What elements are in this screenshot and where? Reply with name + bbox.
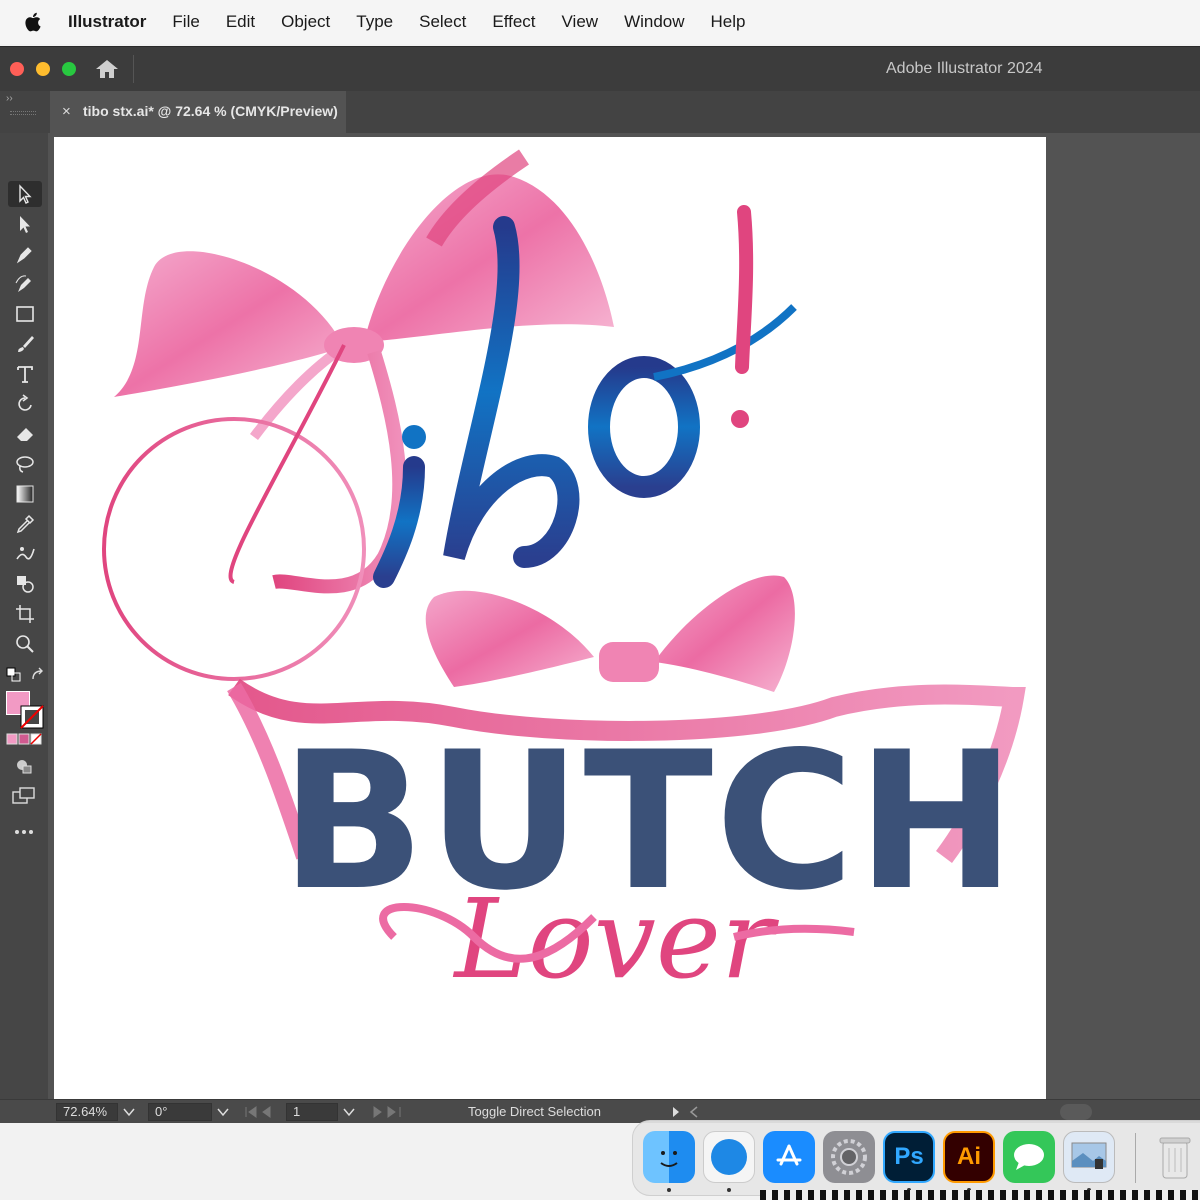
artboard-dropdown-icon[interactable] bbox=[342, 1106, 356, 1118]
puppet-warp-tool-icon bbox=[16, 547, 35, 560]
dock-separator bbox=[1135, 1133, 1136, 1183]
eyedropper-tool-icon bbox=[16, 514, 35, 534]
zoom-field[interactable]: 72.64% bbox=[56, 1103, 118, 1121]
illustrator-window: Adobe Illustrator 2024 ›› × tibo stx.ai*… bbox=[0, 46, 1200, 1123]
selection-tool[interactable] bbox=[8, 181, 42, 207]
color-mode-icons[interactable] bbox=[6, 733, 42, 745]
rotate-tool-icon bbox=[18, 394, 32, 411]
menu-app-name[interactable]: Illustrator bbox=[68, 12, 146, 32]
rectangle-tool-icon bbox=[16, 306, 34, 322]
artboard-tool-icon bbox=[16, 605, 34, 623]
app-store-icon[interactable] bbox=[763, 1131, 815, 1183]
photoshop-icon[interactable]: Ps bbox=[883, 1131, 935, 1183]
document-tab[interactable]: × tibo stx.ai* @ 72.64 % (CMYK/Preview) bbox=[50, 91, 346, 133]
menu-bar: Illustrator File Edit Object Type Select… bbox=[0, 0, 1200, 44]
type-tool-icon bbox=[17, 366, 33, 383]
screen-mode-icon[interactable] bbox=[12, 787, 36, 805]
apple-icon[interactable] bbox=[24, 11, 44, 33]
document-tab-strip: ›› × tibo stx.ai* @ 72.64 % (CMYK/Previe… bbox=[0, 91, 1200, 133]
title-bar: Adobe Illustrator 2024 bbox=[0, 47, 1200, 91]
finder-running-dot bbox=[667, 1188, 671, 1192]
direct-selection-tool-icon bbox=[20, 216, 30, 233]
draw-mode-icon[interactable] bbox=[14, 757, 34, 775]
rotate-tool[interactable] bbox=[8, 391, 42, 417]
type-tool[interactable] bbox=[8, 361, 42, 387]
artwork[interactable]: BUTCH Lover bbox=[54, 137, 1046, 1101]
messages-icon[interactable] bbox=[1003, 1131, 1055, 1183]
illustrator-icon[interactable]: Ai bbox=[943, 1131, 995, 1183]
gradient-tool[interactable] bbox=[8, 481, 42, 507]
safari-icon[interactable] bbox=[703, 1131, 755, 1183]
menu-type[interactable]: Type bbox=[356, 12, 393, 32]
more-tools-icon[interactable] bbox=[14, 829, 34, 835]
collapse-panels-icon[interactable]: ›› bbox=[6, 93, 13, 104]
status-arrows-icon[interactable] bbox=[670, 1106, 700, 1118]
safari-running-dot bbox=[727, 1188, 731, 1192]
zoom-dropdown-icon[interactable] bbox=[122, 1106, 136, 1118]
artboard-number-field[interactable]: 1 bbox=[286, 1103, 338, 1121]
horizontal-scrollbar[interactable] bbox=[1060, 1104, 1092, 1120]
desktop-wallpaper-strip bbox=[760, 1190, 1200, 1200]
trash-icon[interactable] bbox=[1149, 1131, 1200, 1183]
zoom-tool-icon bbox=[16, 635, 34, 653]
window-zoom-button[interactable] bbox=[62, 62, 76, 76]
swap-colors-icon[interactable] bbox=[30, 667, 46, 683]
window-close-button[interactable] bbox=[10, 62, 24, 76]
menu-file[interactable]: File bbox=[172, 12, 199, 32]
close-tab-icon[interactable]: × bbox=[62, 103, 71, 120]
preview-icon[interactable] bbox=[1063, 1131, 1115, 1183]
title-bar-divider bbox=[133, 55, 134, 83]
dock: Ps Ai bbox=[632, 1120, 1200, 1196]
curvature-tool-icon bbox=[15, 275, 31, 292]
pen-tool-icon bbox=[16, 247, 32, 264]
lover-text: Lover bbox=[452, 875, 780, 1003]
rotation-field[interactable]: 0° bbox=[148, 1103, 212, 1121]
eraser-tool[interactable] bbox=[8, 421, 42, 447]
rotation-dropdown-icon[interactable] bbox=[216, 1106, 230, 1118]
lasso-tool-icon bbox=[16, 456, 34, 473]
puppet-warp-tool[interactable] bbox=[8, 541, 42, 567]
toolbar-grip[interactable] bbox=[10, 111, 36, 115]
menu-view[interactable]: View bbox=[562, 12, 599, 32]
next-last-artboard-icon[interactable] bbox=[370, 1105, 406, 1119]
menu-effect[interactable]: Effect bbox=[492, 12, 535, 32]
tools-panel bbox=[0, 133, 48, 1123]
artboard-tool[interactable] bbox=[8, 601, 42, 627]
menu-edit[interactable]: Edit bbox=[226, 12, 255, 32]
status-text[interactable]: Toggle Direct Selection bbox=[468, 1104, 601, 1119]
rectangle-tool[interactable] bbox=[8, 301, 42, 327]
menu-help[interactable]: Help bbox=[711, 12, 746, 32]
shape-builder-tool[interactable] bbox=[8, 571, 42, 597]
first-prev-artboard-icon[interactable] bbox=[244, 1105, 280, 1119]
pen-tool[interactable] bbox=[8, 241, 42, 267]
menu-object[interactable]: Object bbox=[281, 12, 330, 32]
menu-window[interactable]: Window bbox=[624, 12, 684, 32]
eraser-tool-icon bbox=[17, 428, 33, 441]
menu-select[interactable]: Select bbox=[419, 12, 466, 32]
eyedropper-tool[interactable] bbox=[8, 511, 42, 537]
shape-builder-tool-icon bbox=[17, 576, 34, 593]
gradient-tool-icon bbox=[16, 485, 34, 503]
zoom-tool[interactable] bbox=[8, 631, 42, 657]
document-tab-label: tibo stx.ai* @ 72.64 % (CMYK/Preview) bbox=[83, 103, 338, 119]
artboard[interactable]: BUTCH Lover bbox=[54, 137, 1046, 1101]
stroke-none-swatch[interactable] bbox=[20, 705, 44, 729]
window-minimize-button[interactable] bbox=[36, 62, 50, 76]
window-title: Adobe Illustrator 2024 bbox=[886, 60, 1043, 77]
paintbrush-tool-icon bbox=[18, 336, 34, 352]
finder-icon[interactable] bbox=[643, 1131, 695, 1183]
settings-icon[interactable] bbox=[823, 1131, 875, 1183]
default-colors-icon[interactable] bbox=[6, 667, 22, 683]
selection-tool-icon bbox=[19, 184, 32, 204]
top-bow[interactable] bbox=[102, 149, 614, 681]
paintbrush-tool[interactable] bbox=[8, 331, 42, 357]
lasso-tool[interactable] bbox=[8, 451, 42, 477]
home-icon[interactable] bbox=[94, 57, 120, 81]
direct-selection-tool[interactable] bbox=[8, 211, 42, 237]
canvas-area[interactable]: BUTCH Lover bbox=[48, 133, 1200, 1101]
curvature-tool[interactable] bbox=[8, 271, 42, 297]
